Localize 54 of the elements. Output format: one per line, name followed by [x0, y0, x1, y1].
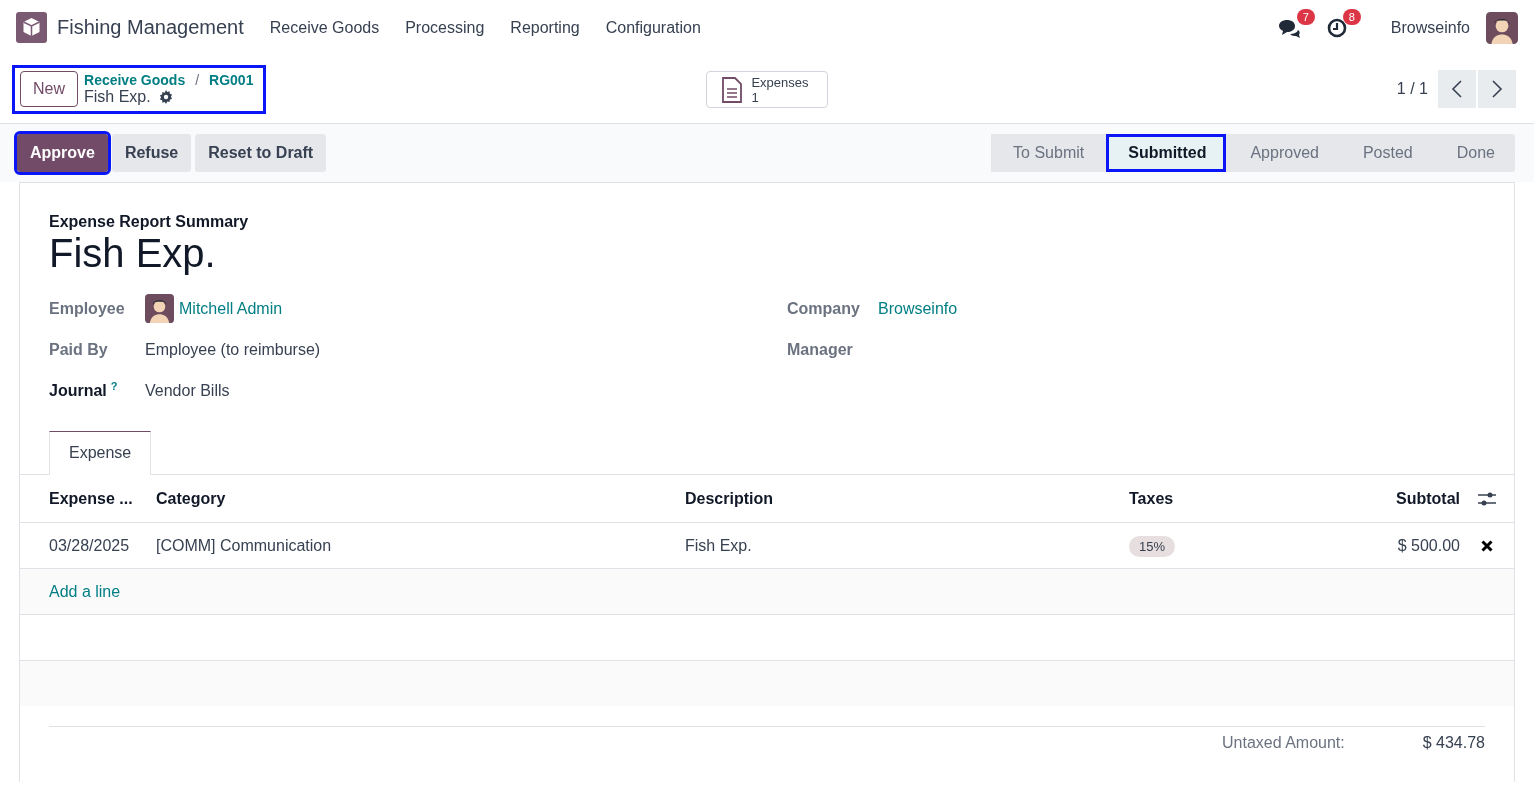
next-button[interactable] — [1478, 70, 1516, 108]
total-value: $ 434.78 — [1421, 734, 1485, 752]
chevron-right-icon — [1491, 80, 1503, 98]
employee-link[interactable]: Mitchell Admin — [179, 299, 283, 318]
column-settings-icon[interactable] — [1477, 491, 1497, 508]
menu-item[interactable]: Receive Goods — [269, 18, 380, 37]
document-icon — [721, 76, 744, 103]
action-button[interactable]: Reset to Draft — [195, 134, 327, 172]
menu-item[interactable]: Reporting — [510, 18, 580, 37]
column-header[interactable]: Taxes — [1129, 475, 1349, 523]
field-value: Employee (to reimburse) — [145, 340, 321, 359]
clock-icon[interactable] — [1326, 17, 1347, 38]
tax-tag: 15% — [1129, 535, 1176, 557]
add-line-link[interactable]: Add a line — [49, 582, 121, 600]
menu-item[interactable]: Processing — [405, 18, 485, 37]
field-label: Employee — [49, 299, 126, 318]
company-link[interactable]: Browseinfo — [878, 299, 958, 318]
app-name: Fishing Management — [57, 16, 244, 39]
total-label: Untaxed Amount: — [1222, 734, 1346, 752]
field-label: Journal $^{?}$ — [49, 380, 119, 401]
chat-icon[interactable] — [1276, 17, 1301, 38]
user-name[interactable]: Browseinfo — [1390, 18, 1470, 37]
chevron-left-icon — [1451, 80, 1463, 98]
settings-icon[interactable] — [158, 89, 173, 104]
column-header[interactable]: Category — [156, 475, 685, 523]
cube-logo-icon[interactable] — [16, 12, 47, 43]
breadcrumb-link[interactable]: Receive Goods — [84, 71, 186, 88]
pager-counter: 1 / 1 — [1396, 80, 1428, 98]
column-header[interactable]: Subtotal — [1349, 475, 1460, 523]
field-label: Paid By — [49, 340, 109, 359]
avatar-icon — [145, 294, 174, 323]
menu-item[interactable]: Configuration — [605, 18, 701, 37]
notification-badge: 8 — [1342, 8, 1361, 25]
form-title: Fish Exp. — [49, 231, 217, 276]
status-stage[interactable]: Submitted — [1106, 134, 1227, 172]
breadcrumb-link[interactable]: RG001 — [209, 71, 254, 88]
field-label: Company — [787, 299, 861, 318]
expenses-smart-button[interactable]: Expenses 1 — [706, 70, 828, 108]
column-header[interactable]: Expense ... — [20, 475, 156, 523]
action-button[interactable]: Approve — [17, 134, 108, 172]
record-title: Fish Exp. — [84, 87, 151, 106]
field-value: Vendor Bills — [145, 381, 230, 400]
new-button[interactable]: New — [20, 70, 78, 107]
avatar-icon — [1486, 11, 1518, 44]
previous-button[interactable] — [1438, 70, 1476, 108]
column-header[interactable]: Description — [685, 475, 1129, 523]
field-label: Manager — [787, 340, 854, 359]
notification-badge: 7 — [1296, 8, 1315, 25]
delete-icon[interactable] — [1481, 540, 1493, 553]
help-tooltip[interactable]: ? — [110, 380, 118, 393]
form-subtitle: Expense Report Summary — [49, 213, 250, 231]
notebook-tab[interactable]: Expense — [49, 431, 152, 475]
action-button[interactable]: Refuse — [111, 134, 192, 172]
breadcrumb-separator: / — [195, 71, 200, 88]
